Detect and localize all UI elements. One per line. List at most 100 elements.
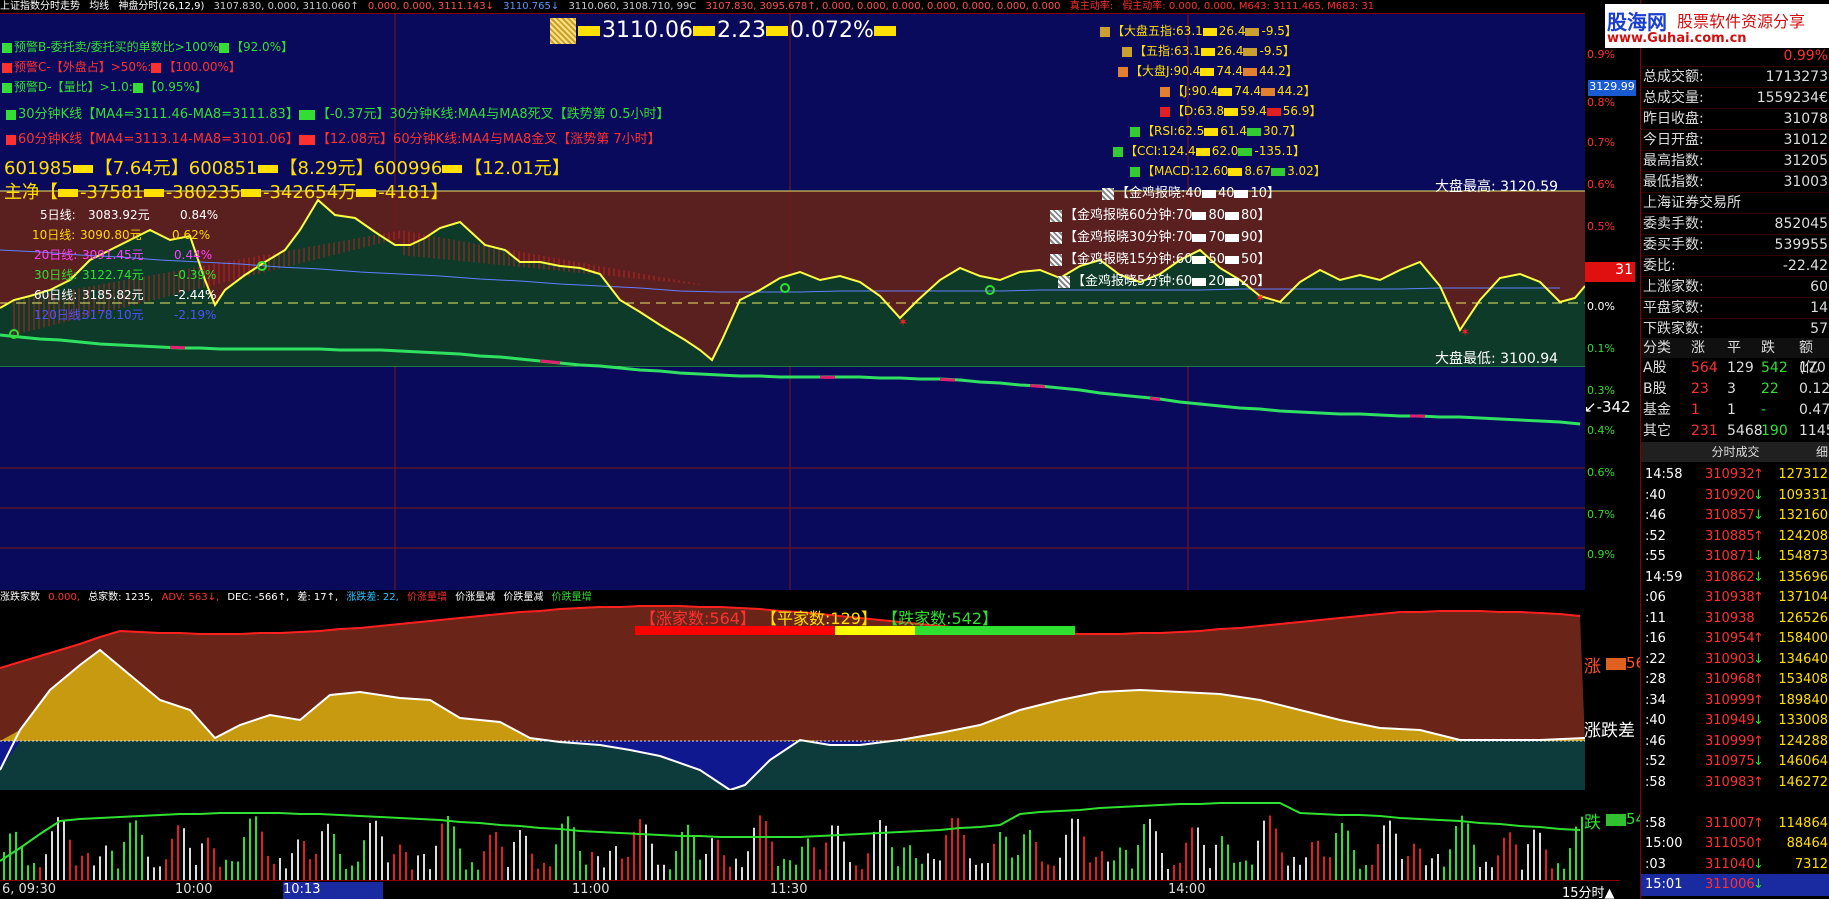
tick-time: 15:00: [1645, 836, 1683, 851]
time-cursor-label[interactable]: 10:13: [283, 882, 383, 899]
table-cell: 564: [1691, 360, 1718, 376]
stat-value: 0.99%: [1783, 48, 1828, 64]
axis-tick: 0.7%: [1587, 508, 1615, 521]
tick-row: :22 310903 ↓ 134640: [1641, 649, 1829, 671]
table-row: B股 23 3 22 0.12: [1641, 379, 1829, 400]
tick-row: :03 311040 ↓ 7312: [1641, 854, 1829, 876]
axis-tick: 0.9%: [1587, 48, 1615, 61]
tick-row: :52 310885 ↑ 124208: [1641, 526, 1829, 548]
ticks-detail-label[interactable]: 细: [1816, 442, 1828, 462]
table-head-cell[interactable]: 涨: [1691, 338, 1705, 358]
tick-row: :46 310857 ↓ 132160: [1641, 505, 1829, 527]
stat-row: 下跌家数: 57: [1641, 319, 1829, 340]
tick-volume: 153408: [1778, 672, 1828, 687]
tick-price: 310932: [1705, 467, 1755, 482]
tick-volume: 158400: [1778, 631, 1828, 646]
table-cell: 0.12: [1799, 381, 1829, 397]
tick-volume: 133008: [1778, 713, 1828, 728]
stat-row: 委买手数: 539955: [1641, 235, 1829, 256]
stat-label: 上海证券交易所: [1643, 195, 1741, 211]
tick-volume: 146064: [1778, 754, 1828, 769]
up-arrow-icon: ↑: [1753, 733, 1764, 749]
down-arrow-icon: ↓: [1753, 487, 1764, 503]
axis-tick: 0.7%: [1587, 136, 1615, 149]
stat-label: 委卖手数:: [1643, 216, 1704, 232]
logo-slogan: 股票软件资源分享: [1677, 12, 1806, 31]
stat-label: 最高指数:: [1643, 153, 1704, 169]
down-arrow-icon: ↓: [1753, 508, 1764, 523]
tick-price: 310871: [1705, 549, 1755, 564]
tick-volume: 135696: [1778, 569, 1828, 585]
tick-row: 14:59 310862 ↓ 135696: [1641, 567, 1829, 589]
table-cell: 22: [1761, 381, 1779, 397]
up-count: 【涨家数:564】: [640, 609, 756, 628]
table-cell: 基金: [1643, 402, 1671, 418]
tick-time: :22: [1645, 651, 1666, 667]
stat-row: 上海证券交易所: [1641, 193, 1829, 214]
table-cell: 1145: [1799, 423, 1829, 439]
stat-value: 1713273: [1765, 69, 1828, 85]
table-cell: 1: [1727, 402, 1736, 418]
table-cell: 23: [1691, 381, 1709, 397]
zdc-label: 涨跌差: [1584, 721, 1635, 741]
tick-volume: 146272: [1778, 774, 1828, 790]
count-labels: 【涨家数:564】 【平家数:129】 【跌家数:542】: [640, 605, 998, 629]
volume-bars: [0, 790, 1585, 880]
stat-label: 总成交额:: [1643, 69, 1704, 85]
period-selector[interactable]: 15分时▲: [1562, 882, 1615, 899]
app-window: 上证指数分时走势 均线 神盘分时(26,12,9) 3107.830, 0.00…: [0, 0, 1829, 899]
stat-label: 昨日收盘:: [1643, 111, 1704, 127]
tick-volume: 109331: [1778, 487, 1828, 503]
time-label: 14:00: [1168, 882, 1206, 897]
down-arrow-icon: ↓: [1753, 651, 1764, 667]
up-arrow-icon: ↑: [1753, 692, 1764, 708]
stat-value: 852045: [1774, 216, 1828, 232]
table-row: 基金 1 1 - 0.47: [1641, 400, 1829, 421]
tick-time: 14:58: [1645, 467, 1683, 482]
stat-row: 最高指数: 31205: [1641, 151, 1829, 172]
tick-price: 310920: [1705, 487, 1755, 503]
logo-url: www.Guhai.com.cn: [1607, 31, 1747, 46]
ticks-header[interactable]: 分时成交 细: [1641, 442, 1829, 462]
axis-tick: 0.1%: [1587, 342, 1615, 355]
up-arrow-icon: ↑: [1753, 631, 1764, 646]
stat-label: 委比:: [1643, 258, 1676, 274]
table-head-cell[interactable]: 分类: [1643, 338, 1671, 358]
up-arrow-icon: ↑: [1753, 528, 1764, 544]
table-cell: -: [1761, 402, 1767, 418]
tick-price: 310975: [1705, 754, 1755, 769]
stat-row: 委比: -22.42: [1641, 256, 1829, 277]
die-tag: [1606, 814, 1626, 826]
up-arrow-icon: ↑: [1753, 590, 1764, 605]
table-head-cell[interactable]: 跌: [1761, 338, 1775, 358]
tick-volume: 7312: [1794, 856, 1828, 872]
tick-row: :55 310871 ↓ 154873: [1641, 546, 1829, 568]
stat-value: 31078: [1783, 111, 1828, 127]
stat-row: 昨日收盘: 31078: [1641, 109, 1829, 130]
tick-row: :28 310968 ↑ 153408: [1641, 669, 1829, 691]
axis-tick: 0.9%: [1587, 548, 1615, 561]
die-label: 跌: [1584, 813, 1601, 833]
tick-time: :46: [1645, 733, 1666, 749]
tick-row: :46 310999 ↑ 124288: [1641, 731, 1829, 753]
stat-row: 总成交额: 1713273: [1641, 67, 1829, 88]
tick-price: 310954: [1705, 631, 1755, 646]
stat-value: 31205: [1783, 153, 1828, 169]
breadth-chart[interactable]: [0, 0, 1585, 899]
tick-time: :06: [1645, 590, 1666, 605]
time-label: 11:00: [572, 882, 610, 897]
table-head-cell[interactable]: 平: [1727, 338, 1741, 358]
tick-time: :16: [1645, 631, 1666, 646]
tick-price: 311040: [1705, 856, 1755, 872]
tick-row: :40 310949 ↓ 133008: [1641, 710, 1829, 732]
stat-label: 上涨家数:: [1643, 279, 1704, 295]
tick-time: :52: [1645, 528, 1666, 544]
table-row: A股 564 129 542 170: [1641, 358, 1829, 379]
breadth-table-head: 分类涨平跌额(亿: [1641, 338, 1829, 376]
table-cell: 190: [1761, 423, 1788, 439]
tick-price: 310857: [1705, 508, 1755, 523]
up-arrow-icon: ↑: [1753, 467, 1764, 482]
ticks-header-label: 分时成交: [1711, 445, 1760, 459]
tick-time: 15:01: [1645, 877, 1683, 892]
tick-price: 311007: [1705, 815, 1755, 831]
